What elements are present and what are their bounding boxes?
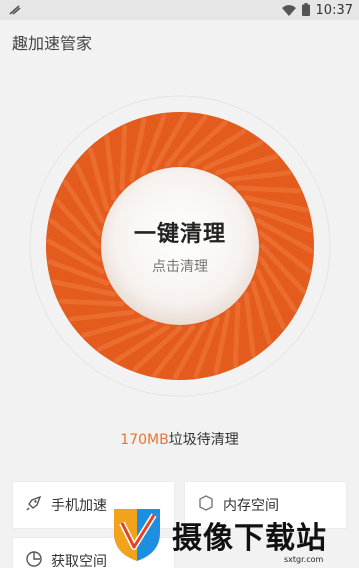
battery-icon xyxy=(301,1,310,20)
clean-button-subtitle: 点击清理 xyxy=(152,259,208,275)
junk-status: 170MB垃圾待清理 xyxy=(0,429,359,449)
signal-icon xyxy=(8,3,22,17)
watermark: 摄像下载站 sxtgr.com xyxy=(108,502,359,568)
watermark-url: sxtgr.com xyxy=(284,555,324,564)
clean-ring: 一键清理 点击清理 xyxy=(24,90,336,402)
junk-label: 垃圾待清理 xyxy=(168,432,239,448)
one-click-clean-button[interactable]: 一键清理 点击清理 xyxy=(105,171,255,321)
status-bar: 10:37 xyxy=(0,0,359,20)
watermark-text: 摄像下载站 xyxy=(172,521,327,556)
app-title: 趣加速管家 xyxy=(12,34,93,53)
wifi-icon xyxy=(281,1,296,20)
status-time: 10:37 xyxy=(315,2,353,18)
clean-button-title: 一键清理 xyxy=(133,222,226,247)
storage-icon xyxy=(25,550,43,568)
app-header: 趣加速管家 xyxy=(0,20,359,64)
status-right: 10:37 xyxy=(281,1,353,20)
card-label: 获取空间 xyxy=(51,554,107,568)
watermark-logo-icon xyxy=(108,503,166,567)
rocket-icon xyxy=(25,494,43,516)
card-label: 手机加速 xyxy=(51,498,107,514)
junk-size: 170MB xyxy=(120,432,169,448)
